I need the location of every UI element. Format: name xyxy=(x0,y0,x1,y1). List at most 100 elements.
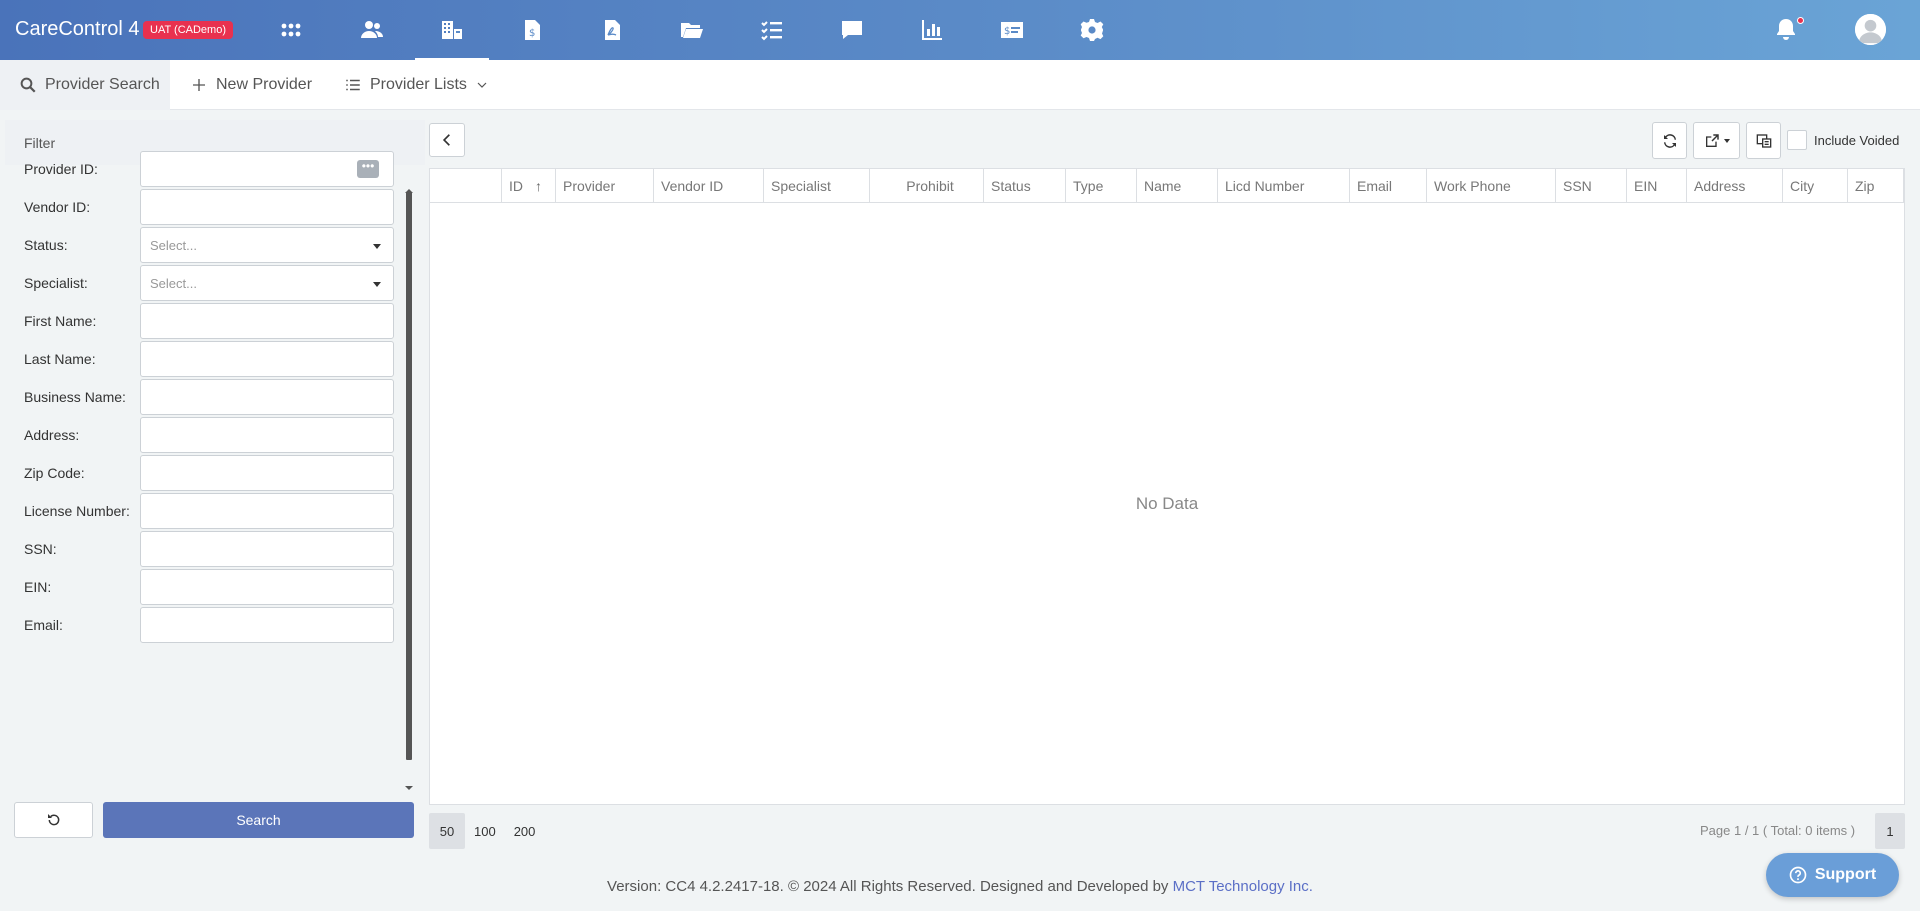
column-header-label: Type xyxy=(1073,178,1104,194)
column-header-vendor-id[interactable]: Vendor ID xyxy=(654,169,764,203)
plus-icon xyxy=(193,79,205,91)
provider-search-label: Provider Search xyxy=(45,76,160,93)
folder-icon[interactable] xyxy=(675,13,709,47)
app-title[interactable]: CareControl 4 xyxy=(15,18,140,41)
collapse-filter-button[interactable] xyxy=(429,123,465,157)
no-data-message: No Data xyxy=(1135,493,1199,513)
filter-label-zip-code: Zip Code: xyxy=(24,465,85,481)
column-header-zip[interactable]: Zip xyxy=(1848,169,1904,203)
last-name-input[interactable] xyxy=(140,341,394,377)
lookup-ellipsis-icon[interactable]: ••• xyxy=(357,160,379,178)
column-header-address[interactable]: Address xyxy=(1687,169,1783,203)
export-icon xyxy=(1705,133,1719,147)
undo-icon xyxy=(47,814,59,826)
column-chooser-button[interactable] xyxy=(1746,122,1781,159)
filter-row-license-number: License Number: xyxy=(24,493,399,529)
settings-icon[interactable] xyxy=(1075,13,1109,47)
scroll-down-arrow[interactable] xyxy=(405,786,413,790)
filter-row-first-name: First Name: xyxy=(24,303,399,339)
column-header-label: Work Phone xyxy=(1434,178,1511,194)
license-number-input[interactable] xyxy=(140,493,394,529)
column-header-city[interactable]: City xyxy=(1783,169,1848,203)
status-select[interactable]: Select... xyxy=(140,227,394,263)
columns-icon xyxy=(1756,133,1771,148)
column-header-ssn[interactable]: SSN xyxy=(1556,169,1627,203)
column-header-label: EIN xyxy=(1634,178,1658,194)
support-label: Support xyxy=(1814,866,1877,883)
chevron-left-icon xyxy=(442,134,450,146)
export-caret xyxy=(1723,138,1730,143)
column-header-email[interactable]: Email xyxy=(1350,169,1427,203)
search-icon xyxy=(20,77,36,93)
billing-icon[interactable]: $ xyxy=(515,13,549,47)
column-header-status[interactable]: Status xyxy=(984,169,1066,203)
page-size-100[interactable]: 100 xyxy=(465,813,505,849)
column-header-id[interactable]: ID ↑ xyxy=(502,169,556,203)
column-header-label: Name xyxy=(1144,178,1182,194)
filter-row-specialist: Specialist: Select... xyxy=(24,265,399,301)
providers-icon[interactable] xyxy=(415,13,489,61)
business-name-input[interactable] xyxy=(140,379,394,415)
filter-label-license-number: License Number: xyxy=(24,503,130,519)
export-dropdown-button[interactable] xyxy=(1693,122,1740,159)
tasks-icon[interactable] xyxy=(755,13,789,47)
support-button[interactable]: Support xyxy=(1766,853,1899,897)
apps-icon[interactable] xyxy=(274,13,308,47)
zip-code-input[interactable] xyxy=(140,455,394,491)
column-header-label: Address xyxy=(1694,178,1746,194)
filter-row-last-name: Last Name: xyxy=(24,341,399,377)
first-name-input[interactable] xyxy=(140,303,394,339)
column-header-ein[interactable]: EIN xyxy=(1627,169,1687,203)
sort-ascending-icon[interactable]: ↑ xyxy=(535,178,542,194)
page-info: Page 1 / 1 ( Total: 0 items ) xyxy=(1700,823,1856,838)
page-size-200[interactable]: 200 xyxy=(505,813,545,849)
filter-label-status: Status: xyxy=(24,237,68,253)
vendor-id-input[interactable] xyxy=(140,189,394,225)
ein-input[interactable] xyxy=(140,569,394,605)
search-button[interactable]: Search xyxy=(103,802,414,838)
refresh-button[interactable] xyxy=(1652,122,1687,159)
documents-icon[interactable] xyxy=(595,13,629,47)
people-icon[interactable] xyxy=(355,13,389,47)
provider-lists-dropdown[interactable]: Provider Lists xyxy=(344,60,488,110)
reset-filter-button[interactable] xyxy=(14,802,93,838)
column-header-name[interactable]: Name xyxy=(1137,169,1218,203)
footer: Version: CC4 4.2.2417-18. © 2024 All Rig… xyxy=(0,878,1920,895)
filter-panel: Filter Provider ID: ••• Vendor ID: Status: S… xyxy=(5,120,425,840)
include-voided-checkbox[interactable] xyxy=(1787,130,1807,150)
address-input[interactable] xyxy=(140,417,394,453)
footer-company-link[interactable]: MCT Technology Inc. xyxy=(1173,878,1313,895)
provider-search-tab[interactable]: Provider Search xyxy=(0,60,170,110)
column-header-type[interactable]: Type xyxy=(1066,169,1137,203)
sub-toolbar: Provider Search New Provider Provider Li… xyxy=(0,60,1920,110)
filter-scrollbar[interactable] xyxy=(406,192,412,760)
user-avatar[interactable] xyxy=(1855,14,1886,45)
email-input[interactable] xyxy=(140,607,394,643)
messages-icon[interactable] xyxy=(835,13,869,47)
column-header-label: Email xyxy=(1357,178,1393,194)
page-size-50[interactable]: 50 xyxy=(429,813,465,849)
new-provider-button[interactable]: New Provider xyxy=(190,60,312,110)
page-size-selector: 50 100 200 xyxy=(429,813,544,849)
new-provider-label: New Provider xyxy=(216,76,313,93)
column-header-label: Licd Number xyxy=(1225,178,1305,194)
ssn-input[interactable] xyxy=(140,531,394,567)
specialist-select[interactable]: Select... xyxy=(140,265,394,301)
column-header-label: Vendor ID xyxy=(661,178,724,194)
column-header-work-phone[interactable]: Work Phone xyxy=(1427,169,1556,203)
column-header-label: Zip xyxy=(1855,178,1875,194)
column-header-label: City xyxy=(1790,178,1815,194)
page-number-button[interactable]: 1 xyxy=(1875,813,1905,849)
caret-down-icon xyxy=(373,282,381,287)
filter-label-first-name: First Name: xyxy=(24,313,97,329)
column-header-label: Prohibit xyxy=(906,178,954,194)
provider-id-input[interactable]: ••• xyxy=(140,151,394,187)
reports-icon[interactable] xyxy=(915,13,949,47)
column-header-prohibit[interactable]: Prohibit xyxy=(870,169,984,203)
column-header-specialist[interactable]: Specialist xyxy=(764,169,870,203)
footer-text: Version: CC4 4.2.2417-18. © 2024 All Rig… xyxy=(607,878,1173,895)
column-header-provider[interactable]: Provider xyxy=(556,169,654,203)
column-header-label: Specialist xyxy=(771,178,831,194)
payments-icon[interactable]: $ xyxy=(995,13,1029,47)
column-header-licd-number[interactable]: Licd Number xyxy=(1218,169,1350,203)
